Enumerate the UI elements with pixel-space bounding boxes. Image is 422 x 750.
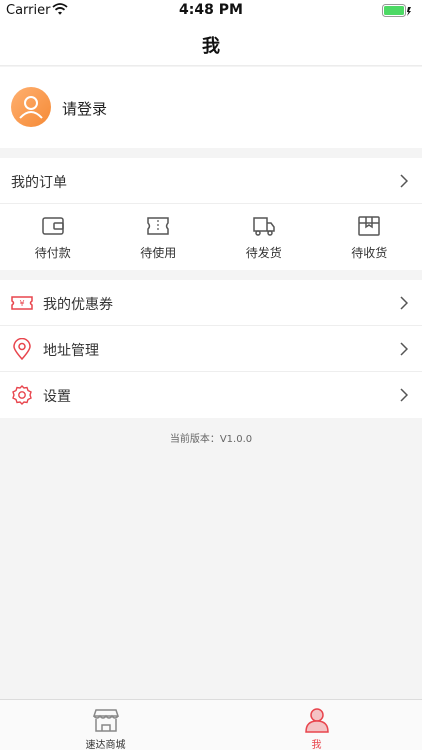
- menu-item-coupons-label: 我的优惠券: [43, 297, 113, 313]
- location-pin-icon: [13, 338, 31, 360]
- order-to-ship[interactable]: 待发货: [211, 205, 317, 270]
- order-to-use-label: 待使用: [140, 246, 177, 260]
- my-orders-row[interactable]: 我的订单: [0, 158, 422, 204]
- order-pending-payment[interactable]: 待付款: [0, 205, 106, 270]
- svg-text:¥: ¥: [19, 299, 24, 308]
- shop-icon: [92, 709, 119, 732]
- nav-bar: 我: [0, 22, 422, 66]
- tab-me[interactable]: 我: [211, 700, 422, 750]
- settings-gear-icon: [12, 385, 32, 405]
- status-time: 4:48 PM: [179, 2, 243, 18]
- avatar[interactable]: [11, 87, 51, 127]
- version-label: 当前版本：V1.0.0: [169, 434, 253, 445]
- menu-item-address-label: 地址管理: [43, 343, 99, 359]
- profile-icon: [304, 708, 329, 733]
- tab-shop[interactable]: 速达商城: [0, 700, 211, 750]
- order-to-ship-label: 待发货: [245, 246, 282, 260]
- orders-card: 我的订单 待付款 待使用 待发货 待收货: [0, 158, 422, 270]
- chevron-right-icon: [400, 342, 408, 356]
- page-title: 我: [202, 36, 220, 57]
- order-to-use[interactable]: 待使用: [106, 205, 212, 270]
- tab-bar: 速达商城 我: [0, 699, 422, 750]
- order-to-receive[interactable]: 待收货: [317, 205, 422, 270]
- status-bar: Carrier 4:48 PM: [0, 0, 422, 22]
- tab-me-label: 我: [311, 740, 322, 750]
- ticket-icon: [147, 217, 169, 235]
- menu-item-settings[interactable]: 设置: [0, 372, 422, 418]
- order-status-row: 待付款 待使用 待发货 待收货: [0, 205, 422, 270]
- order-to-receive-label: 待收货: [351, 246, 388, 260]
- coupon-icon: ¥: [11, 296, 33, 310]
- wallet-icon: [42, 217, 64, 235]
- user-avatar-icon: [19, 96, 43, 119]
- menu-item-settings-label: 设置: [43, 389, 71, 405]
- chevron-right-icon: [400, 388, 408, 402]
- menu-item-address[interactable]: 地址管理: [0, 326, 422, 372]
- chevron-right-icon: [400, 174, 408, 188]
- my-orders-title: 我的订单: [11, 175, 67, 191]
- truck-icon: [253, 217, 275, 236]
- menu-item-coupons[interactable]: ¥ 我的优惠券: [0, 280, 422, 326]
- battery-icon: [382, 4, 411, 17]
- login-prompt[interactable]: 请登录: [62, 98, 107, 119]
- package-icon: [358, 216, 380, 236]
- order-pending-payment-label: 待付款: [34, 246, 71, 260]
- login-card[interactable]: 请登录: [0, 67, 422, 148]
- chevron-right-icon: [400, 296, 408, 310]
- tab-shop-label: 速达商城: [85, 740, 126, 750]
- menu-card: ¥ 我的优惠券 地址管理 设置: [0, 280, 422, 418]
